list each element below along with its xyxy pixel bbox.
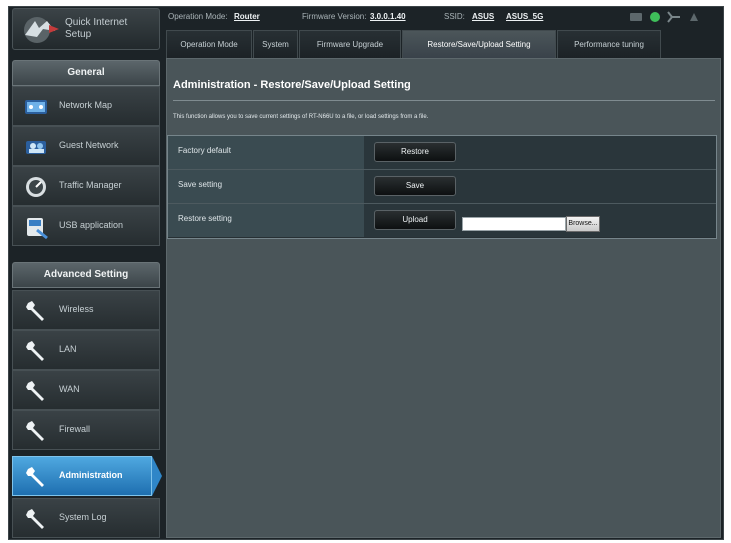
table-row-factory-default: Factory default Restore [168,136,716,170]
tab-operation-mode[interactable]: Operation Mode [166,30,252,58]
sidebar-item-firewall[interactable]: Firewall [12,410,160,450]
usb-status-icon[interactable] [667,11,680,23]
ssid-label: SSID: [444,12,465,21]
sidebar-item-label: Firewall [59,424,91,434]
wrench-icon [26,509,44,529]
sidebar: Quick Internet Setup General Network Map… [12,8,162,538]
sidebar-item-label: Wireless [59,304,94,314]
sidebar-item-label: WAN [59,384,80,394]
sidebar-item-traffic-manager[interactable]: Traffic Manager [12,166,160,206]
table-row-restore-setting: Restore setting Upload Browse... [168,204,716,238]
wrench-icon [26,467,44,487]
tab-system[interactable]: System [253,30,298,58]
sidebar-item-system-log[interactable]: System Log [12,498,160,538]
sidebar-item-label: LAN [59,344,77,354]
tab-firmware-upgrade[interactable]: Firmware Upgrade [299,30,401,58]
title-divider [173,100,715,101]
sidebar-item-label: System Log [59,512,107,522]
tab-performance-tuning[interactable]: Performance tuning [557,30,661,58]
status-icons [628,9,720,25]
cpu-status-icon[interactable] [650,12,660,22]
usb-application-icon [27,218,48,240]
sidebar-item-label: Guest Network [59,140,119,150]
asus-logo-icon [24,17,59,43]
sidebar-item-label: Administration [59,470,123,480]
wan-status-icon[interactable] [630,13,642,21]
save-button[interactable]: Save [374,176,456,196]
network-map-icon [25,100,47,114]
firmware-version-link[interactable]: 3.0.0.1.40 [370,12,406,21]
page-description: This function allows you to save current… [173,114,429,120]
wrench-icon [26,301,44,321]
quick-internet-setup-button[interactable]: Quick Internet Setup [12,8,160,50]
sidebar-item-label: Network Map [59,100,113,110]
file-path-input[interactable] [462,217,566,231]
wrench-icon [26,381,44,401]
sidebar-item-network-map[interactable]: Network Map [12,86,160,126]
settings-table: Factory default Restore Save setting Sav… [167,135,717,239]
sidebar-item-administration[interactable]: Administration [12,456,152,496]
tab-restore-save-upload-setting[interactable]: Restore/Save/Upload Setting [402,30,556,58]
sidebar-item-label: Traffic Manager [59,180,122,190]
upload-button[interactable]: Upload [374,210,456,230]
table-row-save-setting: Save setting Save [168,170,716,204]
row-label: Save setting [168,170,364,203]
content-panel: Administration - Restore/Save/Upload Set… [166,58,721,538]
wrench-icon [26,421,44,441]
ssid-5g-link[interactable]: ASUS_5G [506,12,543,21]
sidebar-item-wan[interactable]: WAN [12,370,160,410]
sidebar-item-usb-application[interactable]: USB application [12,206,160,246]
guest-network-icon [26,141,46,154]
operation-mode-link[interactable]: Router [234,12,260,21]
sidebar-item-label: USB application [59,220,124,230]
sidebar-item-wireless[interactable]: Wireless [12,290,160,330]
sidebar-item-guest-network[interactable]: Guest Network [12,126,160,166]
browse-button[interactable]: Browse... [566,216,600,232]
wifi-status-icon[interactable] [690,13,698,21]
traffic-manager-icon [26,177,46,197]
restore-button[interactable]: Restore [374,142,456,162]
section-header-advanced-setting: Advanced Setting [12,262,160,288]
row-label: Restore setting [168,204,364,237]
wrench-icon [26,341,44,361]
operation-mode-label: Operation Mode: [168,12,228,21]
sidebar-item-lan[interactable]: LAN [12,330,160,370]
ssid-link[interactable]: ASUS [472,12,494,21]
active-item-arrow [152,456,162,496]
quick-internet-setup-label: Quick Internet Setup [65,17,128,40]
page-title: Administration - Restore/Save/Upload Set… [173,79,411,91]
section-header-general: General [12,60,160,86]
firmware-label: Firmware Version: [302,12,367,21]
row-label: Factory default [168,136,364,169]
